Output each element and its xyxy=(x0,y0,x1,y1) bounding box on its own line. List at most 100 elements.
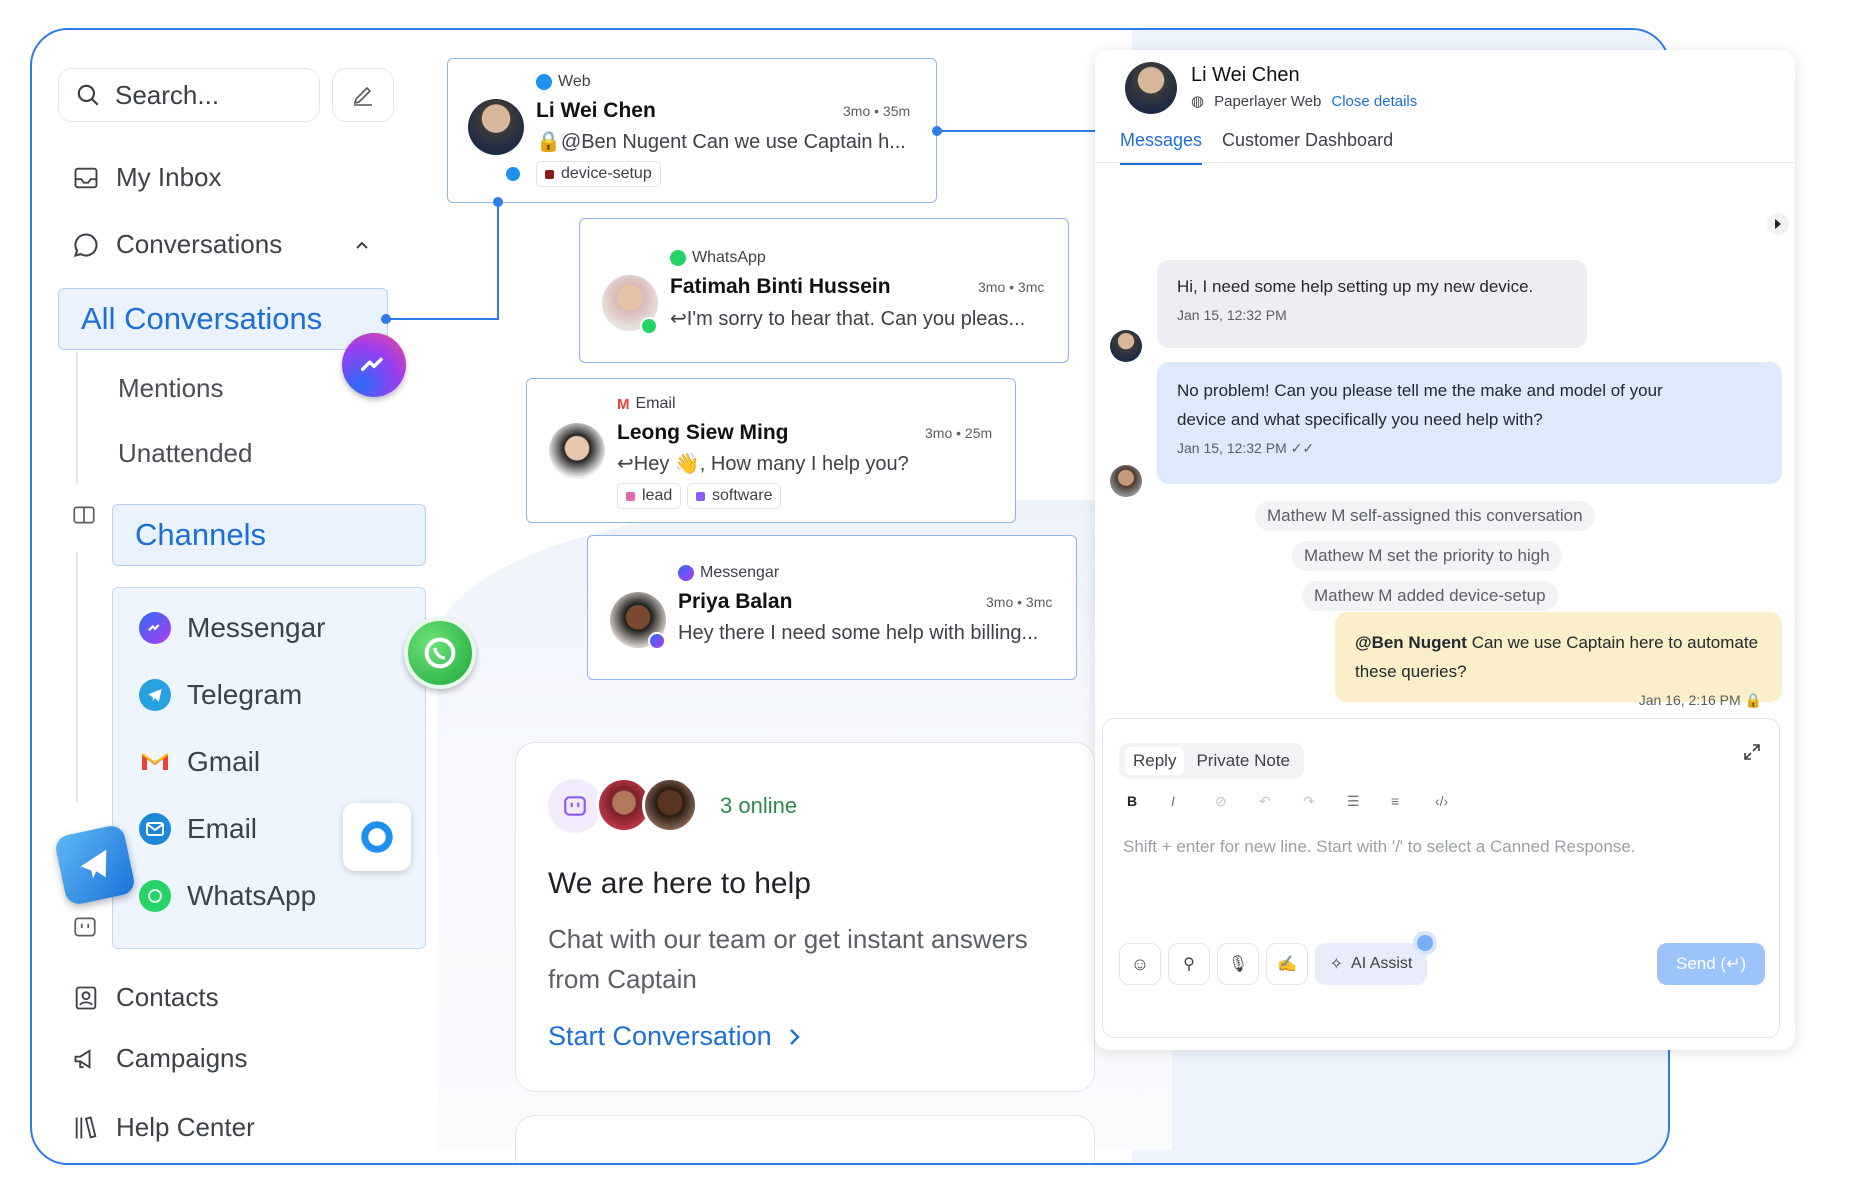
nav-unattended[interactable]: Unattended xyxy=(118,438,252,469)
nav-label: Contacts xyxy=(116,982,219,1012)
connector-dot xyxy=(493,197,503,207)
activity-message: Mathew M self-assigned this conversation xyxy=(1255,501,1595,531)
timestamp: 3mo • 3mc xyxy=(986,594,1053,610)
bold-icon[interactable]: B xyxy=(1127,793,1137,809)
close-details-link[interactable]: Close details xyxy=(1331,93,1417,110)
contact-meta: ◍ Paperlayer Web Close details xyxy=(1191,92,1417,111)
widget-title: We are here to help xyxy=(548,867,811,900)
tab-messages[interactable]: Messages xyxy=(1120,130,1203,165)
expand-icon[interactable] xyxy=(1743,743,1761,761)
chevron-up-icon[interactable] xyxy=(354,238,370,254)
avatar xyxy=(642,777,698,833)
nav-label: My Inbox xyxy=(116,162,222,192)
nav-help-center[interactable]: Help Center xyxy=(72,1112,255,1143)
gmail-icon xyxy=(139,746,171,778)
divider xyxy=(1095,162,1795,163)
nav-label: All Conversations xyxy=(81,301,323,336)
widget-subtitle: Chat with our team or get instant answer… xyxy=(548,919,1028,999)
channel-label: Gmail xyxy=(187,746,261,777)
reply-mode-toggle: Reply Private Note xyxy=(1119,743,1305,779)
ai-assist-button[interactable]: ✧ AI Assist xyxy=(1315,943,1427,985)
search-input[interactable]: Search... xyxy=(58,68,320,122)
channel-name: Messengar xyxy=(700,564,780,581)
nav-label: Campaigns xyxy=(116,1043,248,1073)
tag: lead xyxy=(617,483,682,509)
telegram-icon xyxy=(53,823,137,907)
nav-mentions[interactable]: Mentions xyxy=(118,373,224,404)
undo-icon[interactable]: ↶ xyxy=(1259,793,1271,810)
messenger-badge-icon xyxy=(648,632,666,650)
double-check-icon: ✓✓ xyxy=(1290,440,1315,456)
note-meta: Jan 16, 2:16 PM 🔒 xyxy=(1355,686,1762,715)
conversation-card[interactable]: M Email Leong Siew Ming 3mo • 25m ↩Hey 👋,… xyxy=(526,378,1016,523)
book-icon xyxy=(73,506,95,524)
web-badge-icon xyxy=(504,165,522,183)
numbered-list-icon[interactable]: ≡ xyxy=(1391,793,1399,809)
italic-icon[interactable]: I xyxy=(1171,793,1175,809)
send-button[interactable]: Send (↵) xyxy=(1657,943,1765,985)
search-placeholder: Search... xyxy=(115,79,220,110)
channel-name: Web xyxy=(558,73,591,90)
nav-my-inbox[interactable]: My Inbox xyxy=(72,162,222,193)
caret-right-icon xyxy=(1775,219,1781,229)
avatar xyxy=(549,423,605,479)
preview-text: Hey 👋, How many I help you? xyxy=(633,453,909,475)
contact-name: Fatimah Binti Hussein xyxy=(670,275,891,298)
tab-customer-dashboard[interactable]: Customer Dashboard xyxy=(1222,130,1393,151)
all-conversations-item[interactable]: All Conversations xyxy=(58,288,388,350)
link-icon[interactable]: ⊘ xyxy=(1215,793,1227,810)
channel-label: WhatsApp xyxy=(187,880,317,911)
activity-message: Mathew M set the priority to high xyxy=(1292,541,1562,571)
channel-label: Email xyxy=(187,813,258,844)
tab-reply[interactable]: Reply xyxy=(1125,747,1185,775)
whatsapp-icon xyxy=(404,617,476,689)
sparkle-icon: ✧ xyxy=(1329,956,1344,973)
chevron-right-icon xyxy=(789,1028,800,1045)
paperclip-icon: ⚲ xyxy=(1183,956,1195,973)
bullet-list-icon[interactable]: ☰ xyxy=(1347,793,1360,810)
online-count: 3 online xyxy=(720,793,798,818)
nav-campaigns[interactable]: Campaigns xyxy=(72,1043,248,1074)
start-conversation-link[interactable]: Start Conversation xyxy=(548,1021,802,1052)
ai-assist-label: AI Assist xyxy=(1351,955,1413,972)
signature-button[interactable]: ✍ xyxy=(1266,943,1308,985)
compose-button[interactable] xyxy=(332,68,394,122)
redo-icon[interactable]: ↷ xyxy=(1303,793,1315,810)
code-icon[interactable]: ‹/› xyxy=(1435,793,1448,809)
avatar xyxy=(1110,330,1142,362)
conversation-card[interactable]: Messengar Priya Balan 3mo • 3mc Hey ther… xyxy=(587,535,1077,680)
gmail-icon: M xyxy=(617,395,630,413)
message-text: device and what specifically you need he… xyxy=(1177,410,1543,429)
voice-button[interactable]: 🎙 xyxy=(1217,943,1259,985)
attach-button[interactable]: ⚲ xyxy=(1168,943,1210,985)
web-icon xyxy=(536,74,552,90)
chat-bubble-icon xyxy=(73,232,98,257)
nav-label: Help Center xyxy=(116,1112,255,1142)
outgoing-message: No problem! Can you please tell me the m… xyxy=(1157,362,1782,484)
channel-gmail[interactable]: Gmail xyxy=(139,746,260,778)
expand-sidebar-button[interactable] xyxy=(1767,213,1789,235)
smile-icon: ☺ xyxy=(1130,953,1150,974)
message-preview: 🔒@Ben Nugent Can we use Captain h... xyxy=(536,131,906,153)
channel-telegram[interactable]: Telegram xyxy=(139,679,302,711)
editor-input[interactable]: Shift + enter for new line. Start with '… xyxy=(1123,837,1636,857)
messenger-icon xyxy=(678,565,694,581)
preview-text: I'm sorry to hear that. Can you pleas... xyxy=(686,308,1026,330)
conversation-card[interactable]: WhatsApp Fatimah Binti Hussein 3mo • 3mc… xyxy=(579,218,1069,363)
channels-item[interactable]: Channels xyxy=(112,504,426,566)
tag-label: device-setup xyxy=(561,165,652,182)
channel-list: Messengar Telegram Gmail Email WhatsApp xyxy=(112,587,426,949)
tab-private-note[interactable]: Private Note xyxy=(1188,747,1298,775)
nav-conversations[interactable]: Conversations xyxy=(72,229,282,260)
conversation-card[interactable]: Web Li Wei Chen 3mo • 35m 🔒@Ben Nugent C… xyxy=(447,58,937,203)
divider xyxy=(76,552,78,802)
emoji-button[interactable]: ☺ xyxy=(1119,943,1161,985)
nav-contacts[interactable]: Contacts xyxy=(72,982,219,1013)
channel-whatsapp[interactable]: WhatsApp xyxy=(139,880,316,912)
chat-app-icon xyxy=(343,803,411,871)
channel-messenger[interactable]: Messengar xyxy=(139,612,326,644)
notification-dot xyxy=(1417,935,1433,951)
channel-email[interactable]: Email xyxy=(139,813,257,845)
email-icon xyxy=(139,813,171,845)
avatar xyxy=(468,99,524,155)
